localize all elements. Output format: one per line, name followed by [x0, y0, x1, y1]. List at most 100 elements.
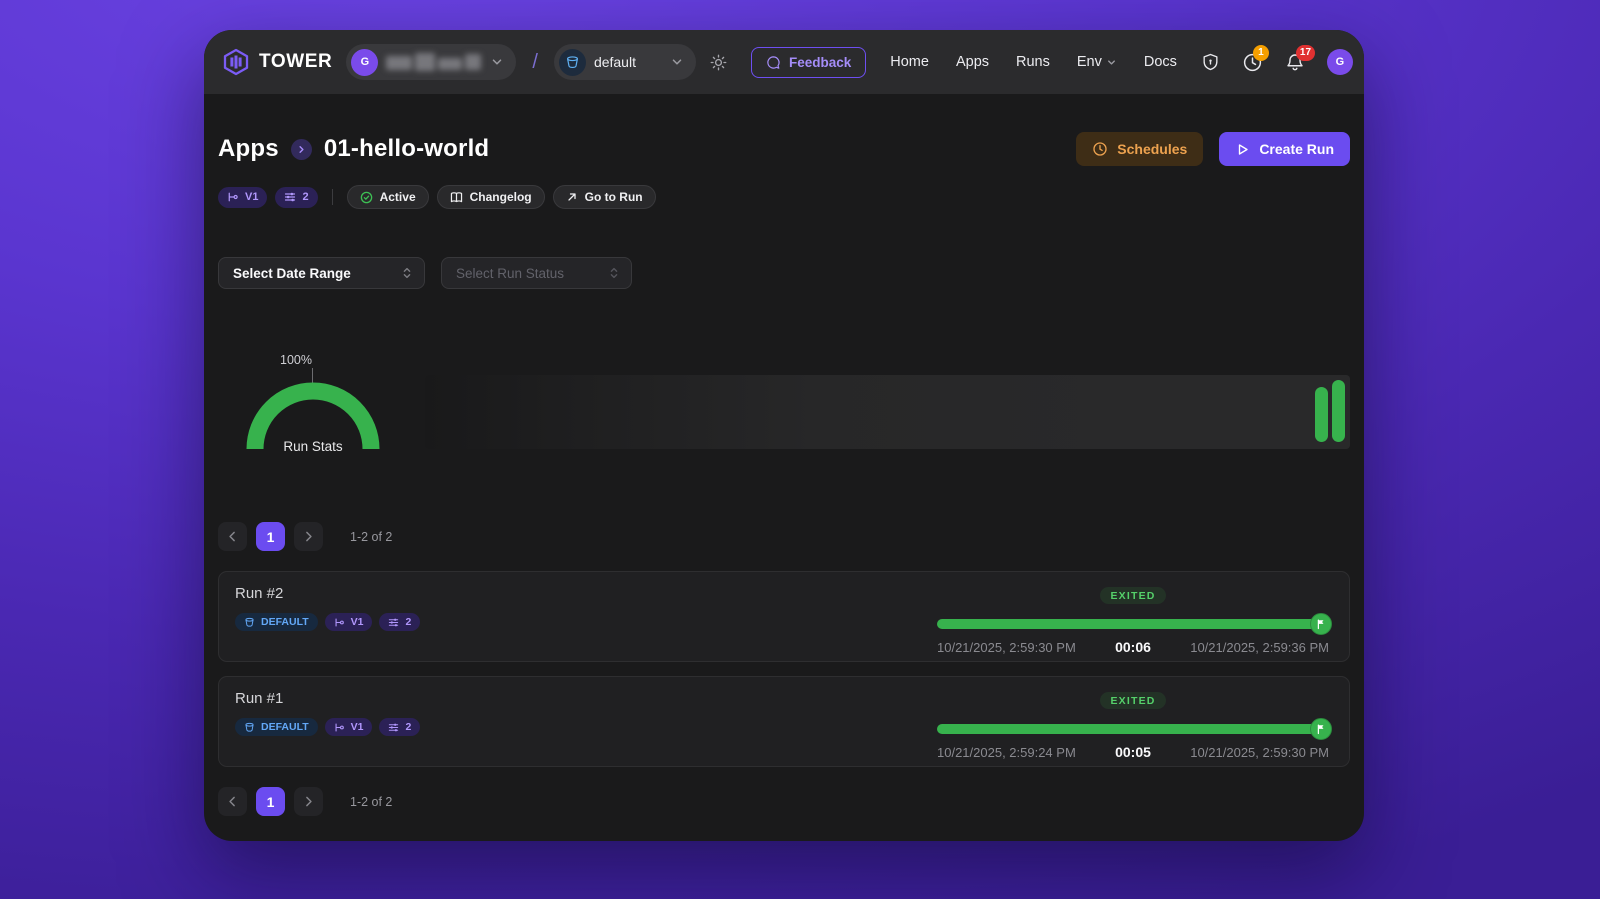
top-navbar: TOWER G / default Feedback Home Apps Run… — [204, 30, 1364, 94]
brand-name: TOWER — [259, 51, 333, 72]
flag-icon — [1310, 718, 1332, 740]
gauge-caption: Run Stats — [283, 439, 343, 454]
page-1-button[interactable]: 1 — [256, 787, 285, 816]
brand-logo[interactable]: TOWER — [222, 48, 332, 76]
changelog-button[interactable]: Changelog — [436, 185, 545, 209]
breadcrumb-apps-link[interactable]: Apps — [218, 135, 279, 163]
org-name-redacted — [386, 53, 482, 71]
page-range-label: 1-2 of 2 — [350, 794, 393, 809]
go-to-run-button[interactable]: Go to Run — [552, 185, 656, 209]
params-badge: 2 — [275, 186, 318, 208]
next-page-button[interactable] — [294, 522, 323, 551]
chevron-down-icon — [490, 55, 504, 69]
date-range-select[interactable]: Select Date Range — [218, 257, 425, 289]
params-icon — [284, 191, 296, 203]
page-range-label: 1-2 of 2 — [350, 529, 393, 544]
run-timeline-strip — [425, 375, 1350, 449]
run-duration: 00:06 — [1115, 639, 1151, 655]
environment-name: default — [593, 54, 636, 70]
nav-link-docs[interactable]: Docs — [1144, 54, 1177, 70]
book-icon — [450, 191, 463, 204]
timeline-bar-run2 — [1332, 380, 1345, 442]
play-icon — [1235, 142, 1250, 157]
org-selector[interactable]: G — [346, 44, 517, 80]
schedules-button[interactable]: Schedules — [1076, 132, 1204, 166]
breadcrumb: Apps 01-hello-world — [218, 135, 489, 163]
version-badge: V1 — [324, 718, 373, 736]
branch-icon — [227, 191, 239, 203]
run-title: Run #1 — [235, 690, 284, 707]
run-card-1[interactable]: Run #1 DEFAULT V1 2 EXITED 10/21/2025, 2… — [218, 676, 1350, 767]
run-duration: 00:05 — [1115, 744, 1151, 760]
pagination-top: 1 1-2 of 2 — [218, 522, 1350, 551]
branch-icon — [334, 722, 345, 733]
create-run-button[interactable]: Create Run — [1219, 132, 1350, 166]
run-progress — [937, 613, 1332, 635]
run-end-time: 10/21/2025, 2:59:36 PM — [1190, 639, 1329, 655]
run-progress — [937, 718, 1332, 740]
env-badge: DEFAULT — [235, 613, 318, 631]
run-end-time: 10/21/2025, 2:59:30 PM — [1190, 744, 1329, 760]
app-window: TOWER G / default Feedback Home Apps Run… — [204, 30, 1364, 841]
chevrons-up-down-icon — [607, 265, 621, 281]
tower-logo-icon — [222, 48, 250, 76]
bucket-icon — [558, 48, 586, 76]
chevrons-up-down-icon — [400, 265, 414, 281]
sun-icon[interactable] — [710, 54, 727, 71]
clock-icon[interactable]: 1 — [1242, 44, 1269, 73]
params-icon — [388, 617, 399, 628]
bell-icon[interactable]: 17 — [1285, 44, 1316, 73]
environment-selector[interactable]: default — [553, 44, 696, 80]
nav-link-apps[interactable]: Apps — [956, 54, 989, 70]
version-badge: V1 — [218, 186, 268, 208]
main-content: Apps 01-hello-world Schedules Create Run… — [204, 132, 1364, 816]
user-avatar[interactable]: G — [1326, 49, 1353, 75]
arrow-up-right-icon — [566, 191, 578, 203]
branch-icon — [334, 617, 345, 628]
params-icon — [388, 722, 399, 733]
bucket-icon — [244, 617, 255, 628]
pagination-bottom: 1 1-2 of 2 — [218, 787, 1350, 816]
nav-link-runs[interactable]: Runs — [1016, 54, 1050, 70]
version-badge: V1 — [324, 613, 373, 631]
params-badge: 2 — [379, 718, 421, 736]
flag-icon — [1310, 613, 1332, 635]
next-page-button[interactable] — [294, 787, 323, 816]
prev-page-button[interactable] — [218, 787, 247, 816]
clock-notification-badge: 1 — [1252, 44, 1269, 61]
app-meta-row: V1 2 Active Changelog Go to Run — [218, 185, 1350, 209]
chat-bubble-icon — [766, 55, 781, 70]
clock-icon — [1092, 141, 1108, 157]
chevron-right-icon — [290, 138, 312, 160]
filters-row: Select Date Range Select Run Status — [218, 257, 1350, 289]
run-start-time: 10/21/2025, 2:59:30 PM — [937, 639, 1076, 655]
nav-link-home[interactable]: Home — [890, 54, 929, 70]
page-title: 01-hello-world — [323, 135, 490, 162]
run-status-select[interactable]: Select Run Status — [441, 257, 632, 289]
prev-page-button[interactable] — [218, 522, 247, 551]
check-circle-icon — [360, 191, 373, 204]
status-chip-active: Active — [346, 185, 429, 209]
success-rate-gauge: 100% Run Stats — [218, 353, 425, 458]
page-1-button[interactable]: 1 — [256, 522, 285, 551]
bucket-icon — [244, 722, 255, 733]
timeline-bar-run1 — [1315, 387, 1328, 442]
env-badge: DEFAULT — [235, 718, 318, 736]
shield-icon[interactable] — [1201, 52, 1220, 72]
status-badge: EXITED — [1100, 692, 1166, 709]
bell-notification-badge: 17 — [1295, 44, 1316, 61]
divider — [331, 189, 333, 205]
run-stats-chart: 100% Run Stats — [218, 353, 1350, 458]
nav-link-env[interactable]: Env — [1077, 54, 1117, 70]
run-title: Run #2 — [235, 585, 284, 602]
breadcrumb-slash: / — [532, 50, 538, 73]
org-avatar: G — [351, 48, 379, 76]
run-start-time: 10/21/2025, 2:59:24 PM — [937, 744, 1076, 760]
gauge-value-label: 100% — [280, 353, 312, 367]
params-badge: 2 — [379, 613, 421, 631]
feedback-button[interactable]: Feedback — [750, 46, 867, 78]
run-card-2[interactable]: Run #2 DEFAULT V1 2 EXITED 10/21/2025, 2… — [218, 571, 1350, 662]
chevron-down-icon — [670, 55, 684, 69]
status-badge: EXITED — [1100, 587, 1166, 604]
primary-nav: Home Apps Runs Env Docs — [890, 54, 1177, 70]
